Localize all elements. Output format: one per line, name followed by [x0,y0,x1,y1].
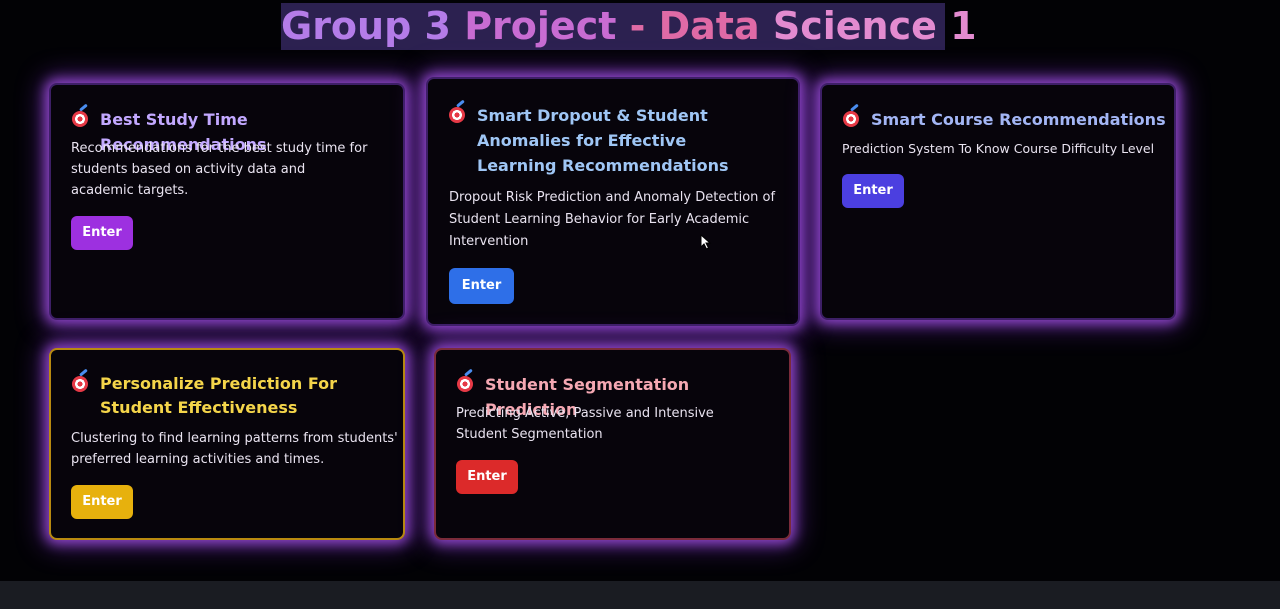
page-title-word: Science 1 [772,4,977,48]
project-card-course-recommendations: Smart Course Recommendations Prediction … [820,83,1176,320]
target-icon [457,368,475,393]
enter-button[interactable]: Enter [71,216,133,250]
mouse-cursor-icon [700,234,712,250]
card-title: Personalize Prediction For Student Effec… [100,374,338,417]
target-icon [449,99,467,124]
card-description: Predicting Active, Passive and Intensive… [456,406,714,442]
card-title: Smart Dropout & Student Anomalies for Ef… [477,103,769,178]
page: Group 3 Project - Data Science 1 Best St… [0,0,1280,609]
card-description: Dropout Risk Prediction and Anomaly Dete… [449,190,776,249]
enter-button[interactable]: Enter [71,485,133,519]
card-description: Clustering to find learning patterns fro… [71,431,398,467]
project-card-study-time: Best Study Time Recommendations Recommen… [49,83,405,320]
card-header: Smart Course Recommendations [843,103,1173,132]
bottom-bar [0,581,1280,609]
page-title-word: Project [464,4,617,48]
enter-button[interactable]: Enter [842,174,904,208]
card-description: Prediction System To Know Course Difficu… [842,141,1155,156]
project-card-student-segmentation: Student Segmentation Prediction Predicti… [434,348,791,540]
card-header: Smart Dropout & Student Anomalies for Ef… [449,99,769,178]
card-description: Recommendations for the best study time … [71,141,368,198]
target-icon [843,103,861,128]
page-title-word: Group 3 [281,4,451,48]
target-icon [72,103,90,128]
project-card-dropout-anomalies: Smart Dropout & Student Anomalies for Ef… [426,77,800,326]
project-card-personalize-prediction: Personalize Prediction For Student Effec… [49,348,405,540]
enter-button[interactable]: Enter [449,268,514,304]
page-title: Group 3 Project - Data Science 1 [281,3,977,50]
page-title-highlight: Group 3 Project - Data Science 1 [281,3,977,50]
card-title-text: Smart Dropout & Student Anomalies for Ef… [477,106,729,175]
page-title-word: - Data [629,4,760,48]
enter-button[interactable]: Enter [456,460,518,494]
target-icon [72,368,90,393]
card-header: Personalize Prediction For Student Effec… [72,368,392,420]
card-title: Smart Course Recommendations [871,110,1166,129]
